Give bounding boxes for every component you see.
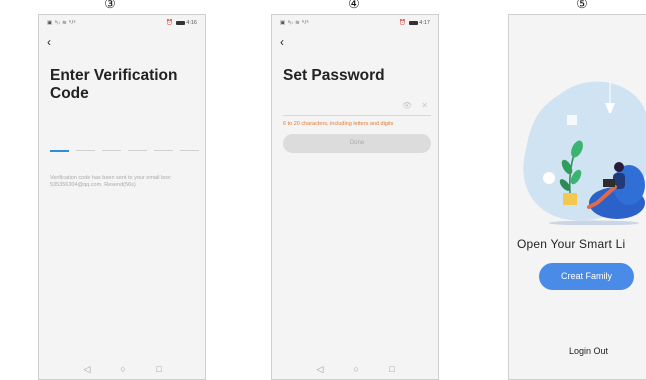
plant-pot: [563, 193, 577, 205]
screenshot-canvas: ③ ④ ⑤ ▣ ᵃᵢₗ ≋ ᵏ/ˢ ⏰ 4:16 ‹ Enter Verifica…: [0, 0, 646, 380]
alarm-icon: ⏰: [399, 20, 407, 26]
code-slot-4[interactable]: [128, 150, 147, 151]
smart-life-illustration: [523, 81, 646, 225]
page-title: Set Password: [283, 67, 385, 84]
nav-home-icon[interactable]: ○: [350, 364, 362, 374]
window-shape: [567, 115, 577, 125]
code-slot-1[interactable]: [50, 150, 69, 152]
create-family-button[interactable]: Creat Family: [539, 263, 634, 290]
decor-circle: [543, 172, 555, 184]
clock-text: 4:16: [186, 20, 197, 26]
status-clock: ⏰ 4:17: [399, 20, 430, 26]
alarm-icon: ⏰: [166, 20, 174, 26]
verification-code-input[interactable]: [50, 150, 200, 152]
nav-home-icon[interactable]: ○: [117, 364, 129, 374]
status-bar: ▣ ᵃᵢₗ ≋ ᵏ/ˢ ⏰ 4:17: [280, 19, 430, 29]
hint-line-2[interactable]: 535356304@qq.com. Resend(56s): [50, 182, 205, 189]
code-slot-6[interactable]: [180, 150, 199, 151]
code-slot-3[interactable]: [102, 150, 121, 151]
step-label-3: ③: [104, 0, 116, 12]
system-nav-bar: ◁ ○ □: [39, 361, 205, 379]
welcome-title: Open Your Smart Li: [517, 237, 626, 251]
floor-shadow: [549, 220, 639, 225]
arrow-left-icon[interactable]: ‹: [280, 36, 284, 48]
code-slot-5[interactable]: [154, 150, 173, 151]
phone-welcome-screen: Open Your Smart Li Creat Family Login Ou…: [508, 14, 646, 380]
nav-recent-icon[interactable]: □: [153, 364, 165, 374]
status-clock: ⏰ 4:16: [166, 20, 197, 26]
clock-text: 4:17: [419, 20, 430, 26]
password-hint: 6 to 20 characters, including letters an…: [283, 121, 394, 127]
system-nav-bar: ◁ ○ □: [272, 361, 438, 379]
password-input[interactable]: [283, 115, 431, 116]
step-label-5: ⑤: [576, 0, 588, 12]
laptop-icon: [603, 179, 615, 187]
done-button[interactable]: Done: [283, 134, 431, 153]
nav-back-icon[interactable]: ◁: [314, 364, 326, 374]
status-indicators: ▣ ᵃᵢₗ ≋ ᵏ/ˢ: [47, 20, 76, 26]
phone-verification-screen: ▣ ᵃᵢₗ ≋ ᵏ/ˢ ⏰ 4:16 ‹ Enter Verification C…: [38, 14, 206, 380]
arrow-left-icon[interactable]: ‹: [47, 36, 51, 48]
verification-hint: Verification code has been sent to your …: [50, 175, 205, 189]
status-bar: ▣ ᵃᵢₗ ≋ ᵏ/ˢ ⏰ 4:16: [47, 19, 197, 29]
title-line-1: Enter Verification: [50, 67, 178, 84]
person-head: [614, 162, 624, 172]
nav-recent-icon[interactable]: □: [386, 364, 398, 374]
login-out-link[interactable]: Login Out: [569, 346, 608, 356]
code-slot-2[interactable]: [76, 150, 95, 151]
close-icon[interactable]: ✕: [421, 101, 428, 110]
eye-icon[interactable]: 👁: [402, 101, 412, 110]
title-line-2: Code: [50, 85, 89, 102]
phone-password-screen: ▣ ᵃᵢₗ ≋ ᵏ/ˢ ⏰ 4:17 ‹ Set Password 👁 ✕ 6 t…: [271, 14, 439, 380]
status-indicators: ▣ ᵃᵢₗ ≋ ᵏ/ˢ: [280, 20, 309, 26]
battery-icon: [176, 20, 186, 25]
nav-back-icon[interactable]: ◁: [81, 364, 93, 374]
step-label-4: ④: [348, 0, 360, 12]
page-title: Enter Verification Code: [50, 67, 177, 103]
battery-icon: [409, 20, 419, 25]
hint-line-1: Verification code has been sent to your …: [50, 175, 172, 181]
password-field-icons: 👁 ✕: [395, 101, 428, 110]
